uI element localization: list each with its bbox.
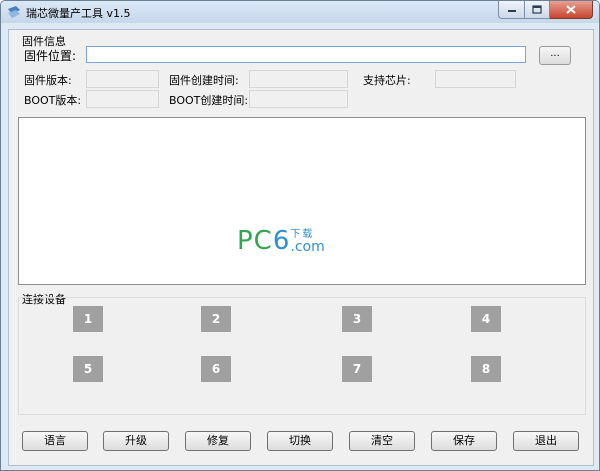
clear-button[interactable]: 清空 — [349, 431, 415, 451]
devices-group: 1 2 3 4 5 6 7 8 — [18, 297, 586, 415]
maximize-button[interactable] — [525, 1, 550, 19]
boot-created-label: BOOT创建时间: — [169, 94, 249, 107]
minimize-icon — [507, 9, 516, 12]
close-button[interactable] — [550, 1, 593, 19]
window-title: 瑞芯微量产工具 v1.5 — [26, 7, 131, 20]
title-bar[interactable]: 瑞芯微量产工具 v1.5 — [1, 1, 599, 23]
client-area: 固件信息 固件位置: ... 固件版本: 固件创建时间: 支持芯片: BOOT版… — [8, 29, 594, 466]
boot-created-field — [249, 90, 348, 108]
device-slot-4[interactable]: 4 — [471, 306, 501, 332]
firmware-version-label: 固件版本: — [24, 74, 72, 87]
upgrade-button[interactable]: 升级 — [103, 431, 169, 451]
device-slot-6[interactable]: 6 — [201, 356, 231, 382]
firmware-version-field — [86, 70, 159, 88]
firmware-created-field — [249, 70, 348, 88]
switch-button[interactable]: 切换 — [267, 431, 333, 451]
firmware-created-label: 固件创建时间: — [169, 74, 239, 87]
supported-chip-field — [435, 70, 516, 88]
log-output-area[interactable]: PC 6 下载 .com — [18, 117, 586, 285]
main-window: 瑞芯微量产工具 v1.5 固件信息 固件位置: ... 固件版本: 固件创建时间… — [0, 0, 600, 471]
watermark-logo: PC 6 下载 .com — [237, 228, 325, 254]
repair-button[interactable]: 修复 — [185, 431, 251, 451]
save-button[interactable]: 保存 — [431, 431, 497, 451]
app-icon — [7, 5, 21, 19]
boot-version-label: BOOT版本: — [24, 94, 82, 107]
language-button[interactable]: 语言 — [22, 431, 88, 451]
minimize-button[interactable] — [498, 1, 525, 19]
device-slot-7[interactable]: 7 — [342, 356, 372, 382]
supported-chip-label: 支持芯片: — [363, 74, 411, 87]
boot-version-field — [86, 90, 159, 108]
device-slot-1[interactable]: 1 — [73, 306, 103, 332]
watermark-pc: PC — [237, 226, 273, 256]
exit-button[interactable]: 退出 — [513, 431, 579, 451]
firmware-location-label: 固件位置: — [24, 49, 77, 63]
device-slot-2[interactable]: 2 — [201, 306, 231, 332]
browse-button[interactable]: ... — [539, 46, 571, 65]
firmware-location-input[interactable] — [86, 46, 526, 63]
watermark-six: 6 — [272, 226, 290, 256]
device-slot-3[interactable]: 3 — [342, 306, 372, 332]
maximize-icon — [532, 5, 542, 14]
watermark-com: .com — [290, 239, 325, 255]
device-slot-5[interactable]: 5 — [73, 356, 103, 382]
device-slot-8[interactable]: 8 — [471, 356, 501, 382]
close-icon — [566, 5, 576, 14]
